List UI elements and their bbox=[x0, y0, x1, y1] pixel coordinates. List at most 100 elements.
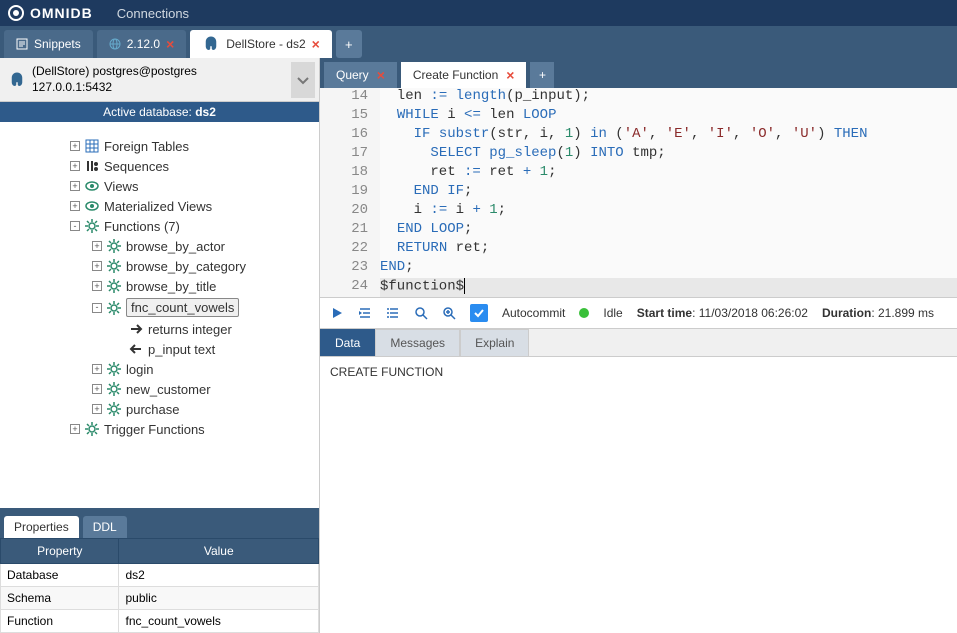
properties-table: Property Value Databaseds2SchemapublicFu… bbox=[0, 538, 319, 633]
tab-data[interactable]: Data bbox=[320, 329, 375, 356]
close-icon[interactable]: × bbox=[166, 36, 174, 52]
tree-toggle[interactable]: + bbox=[92, 281, 102, 291]
gear-icon bbox=[106, 278, 122, 294]
indent-button[interactable] bbox=[358, 306, 372, 320]
code-line[interactable]: 18 ret := ret + 1; bbox=[320, 164, 957, 183]
code-line[interactable]: 22 RETURN ret; bbox=[320, 240, 957, 259]
object-tree[interactable]: + Foreign Tables +Sequences+Views+Material… bbox=[0, 122, 319, 508]
code-text[interactable]: END IF; bbox=[380, 183, 957, 202]
code-editor[interactable]: 14 len := length(p_input);15 WHILE i <= … bbox=[320, 88, 957, 298]
code-text[interactable]: IF substr(str, i, 1) in ('A', 'E', 'I', … bbox=[380, 126, 957, 145]
tree-toggle[interactable]: + bbox=[92, 404, 102, 414]
code-text[interactable]: WHILE i <= len LOOP bbox=[380, 107, 957, 126]
tab-messages[interactable]: Messages bbox=[375, 329, 460, 356]
gear-icon bbox=[84, 218, 100, 234]
run-button[interactable] bbox=[330, 306, 344, 320]
code-text[interactable]: SELECT pg_sleep(1) INTO tmp; bbox=[380, 145, 957, 164]
code-text[interactable]: len := length(p_input); bbox=[380, 88, 957, 107]
code-line[interactable]: 14 len := length(p_input); bbox=[320, 88, 957, 107]
code-text[interactable]: END LOOP; bbox=[380, 221, 957, 240]
tree-toggle[interactable]: + bbox=[70, 141, 80, 151]
code-text[interactable]: RETURN ret; bbox=[380, 240, 957, 259]
line-number: 20 bbox=[320, 202, 380, 221]
search-button[interactable] bbox=[414, 306, 428, 320]
tab-version[interactable]: 2.12.0 × bbox=[97, 30, 187, 58]
tree-node[interactable]: +browse_by_category bbox=[0, 256, 319, 276]
code-text[interactable]: i := i + 1; bbox=[380, 202, 957, 221]
tree-label: p_input text bbox=[148, 342, 215, 357]
tree-label: Foreign Tables bbox=[104, 139, 189, 154]
tree-toggle[interactable]: - bbox=[92, 303, 102, 313]
add-inner-tab-button[interactable]: + bbox=[530, 62, 554, 88]
tree-node[interactable]: + purchase bbox=[0, 399, 319, 419]
table-icon bbox=[84, 138, 100, 154]
code-line[interactable]: 23END; bbox=[320, 259, 957, 278]
connection-dropdown[interactable] bbox=[291, 62, 315, 98]
tree-node[interactable]: +Sequences bbox=[0, 156, 319, 176]
tree-node[interactable]: +browse_by_actor bbox=[0, 236, 319, 256]
code-text[interactable]: END; bbox=[380, 259, 957, 278]
code-line[interactable]: 20 i := i + 1; bbox=[320, 202, 957, 221]
tree-node[interactable]: + Foreign Tables bbox=[0, 136, 319, 156]
tree-node[interactable]: +Materialized Views bbox=[0, 196, 319, 216]
tree-toggle[interactable]: + bbox=[92, 261, 102, 271]
tree-toggle[interactable]: + bbox=[92, 364, 102, 374]
tab-query[interactable]: Query × bbox=[324, 62, 397, 88]
tab-snippets[interactable]: Snippets bbox=[4, 30, 93, 58]
code-line[interactable]: 21 END LOOP; bbox=[320, 221, 957, 240]
close-icon[interactable]: × bbox=[506, 67, 514, 83]
code-text[interactable]: $function$ bbox=[380, 278, 957, 297]
line-number: 24 bbox=[320, 278, 380, 297]
table-row: Schemapublic bbox=[1, 587, 319, 610]
code-line[interactable]: 17 SELECT pg_sleep(1) INTO tmp; bbox=[320, 145, 957, 164]
code-line[interactable]: 19 END IF; bbox=[320, 183, 957, 202]
result-body: CREATE FUNCTION bbox=[320, 357, 957, 633]
add-tab-button[interactable]: + bbox=[336, 30, 362, 58]
status-idle-icon bbox=[579, 308, 589, 318]
tree-toggle[interactable]: + bbox=[70, 201, 80, 211]
connection-title: (DellStore) postgres@postgres bbox=[32, 64, 311, 80]
tree-toggle[interactable]: + bbox=[92, 384, 102, 394]
tab-ddl[interactable]: DDL bbox=[83, 516, 127, 538]
code-text[interactable]: ret := ret + 1; bbox=[380, 164, 957, 183]
tree-node[interactable]: +browse_by_title bbox=[0, 276, 319, 296]
connections-link[interactable]: Connections bbox=[117, 6, 189, 21]
tree-node[interactable]: +Trigger Functions bbox=[0, 419, 319, 439]
tree-node[interactable]: +login bbox=[0, 359, 319, 379]
tree-node[interactable]: - fnc_count_vowels bbox=[0, 296, 319, 319]
tab-explain[interactable]: Explain bbox=[460, 329, 529, 356]
tree-node[interactable]: p_input text bbox=[0, 339, 319, 359]
tab-properties[interactable]: Properties bbox=[4, 516, 79, 538]
line-number: 15 bbox=[320, 107, 380, 126]
gear-icon bbox=[106, 361, 122, 377]
tree-toggle[interactable]: + bbox=[70, 161, 80, 171]
tree-toggle[interactable]: + bbox=[92, 241, 102, 251]
tree-label: purchase bbox=[126, 402, 179, 417]
tree-label: fnc_count_vowels bbox=[126, 298, 239, 317]
code-line[interactable]: 15 WHILE i <= len LOOP bbox=[320, 107, 957, 126]
tab-dellstore[interactable]: DellStore - ds2 × bbox=[190, 30, 332, 58]
view-icon bbox=[84, 178, 100, 194]
table-row: Functionfnc_count_vowels bbox=[1, 610, 319, 633]
table-row: Databaseds2 bbox=[1, 564, 319, 587]
tab-create-function[interactable]: Create Function × bbox=[401, 62, 527, 88]
tree-node[interactable]: -Functions (7) bbox=[0, 216, 319, 236]
tree-node[interactable]: +new_customer bbox=[0, 379, 319, 399]
close-icon[interactable]: × bbox=[377, 67, 385, 83]
connection-header: (DellStore) postgres@postgres 127.0.0.1:… bbox=[0, 58, 319, 102]
code-line[interactable]: 16 IF substr(str, i, 1) in ('A', 'E', 'I… bbox=[320, 126, 957, 145]
zoom-button[interactable] bbox=[442, 306, 456, 320]
code-line[interactable]: 24$function$ bbox=[320, 278, 957, 297]
close-icon[interactable]: × bbox=[312, 36, 320, 52]
tree-toggle[interactable]: + bbox=[70, 424, 80, 434]
tree-toggle[interactable]: - bbox=[70, 221, 80, 231]
active-database-banner: Active database: ds2 bbox=[0, 102, 319, 122]
line-number: 19 bbox=[320, 183, 380, 202]
col-property: Property bbox=[1, 539, 119, 564]
logo-icon bbox=[8, 5, 24, 21]
list-button[interactable] bbox=[386, 306, 400, 320]
tree-toggle[interactable]: + bbox=[70, 181, 80, 191]
autocommit-checkbox[interactable] bbox=[470, 304, 488, 322]
tree-node[interactable]: returns integer bbox=[0, 319, 319, 339]
tree-node[interactable]: +Views bbox=[0, 176, 319, 196]
